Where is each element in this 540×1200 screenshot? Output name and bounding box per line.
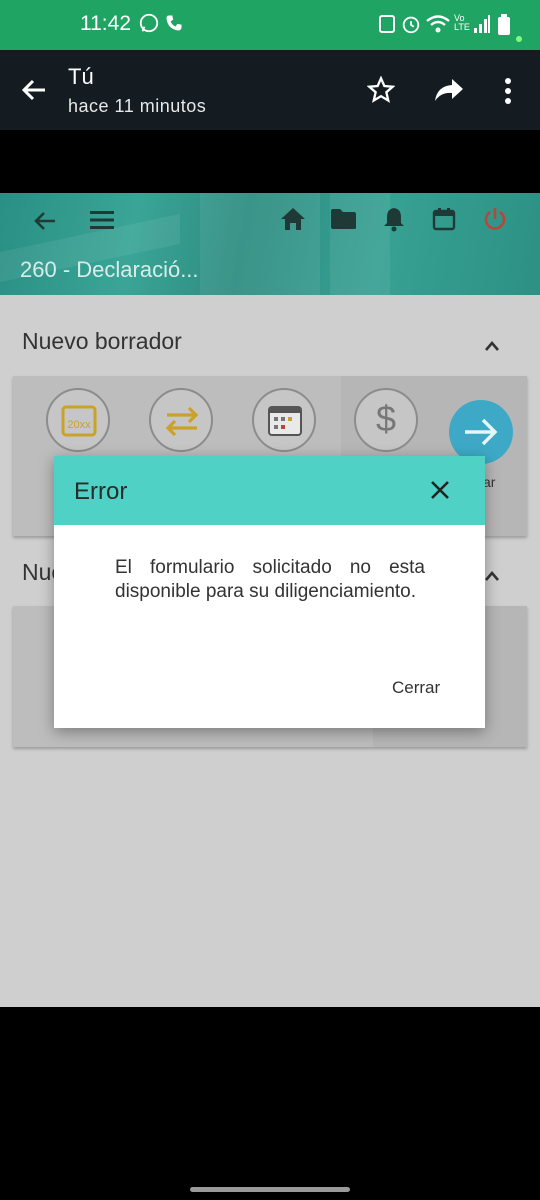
bell-icon[interactable]: [382, 206, 406, 237]
year-calendar-icon[interactable]: 20xx: [46, 388, 110, 452]
star-icon[interactable]: [366, 75, 396, 109]
exchange-arrows-icon[interactable]: [149, 388, 213, 452]
more-options-icon[interactable]: [503, 78, 513, 109]
section-title-nuevo-borrador: Nuevo borrador: [22, 328, 182, 354]
calendar-icon[interactable]: [432, 207, 456, 236]
status-time: 11:42: [80, 12, 131, 35]
page-title: 260 - Declaració...: [20, 257, 199, 282]
error-dialog: Error El formulario solicitado no esta d…: [54, 456, 485, 728]
viewer-title: Tú: [68, 64, 94, 89]
folder-icon[interactable]: [330, 208, 357, 235]
dialog-header: Error: [54, 456, 485, 525]
status-bar: 11:42 Vo LTE: [0, 0, 540, 50]
chevron-up-icon[interactable]: [484, 569, 500, 587]
home-icon[interactable]: [280, 207, 306, 236]
close-icon[interactable]: [430, 480, 450, 505]
dialog-message: El formulario solicitado no esta disponi…: [115, 557, 425, 602]
battery-icon: [497, 14, 511, 41]
dialog-title: Error: [74, 478, 128, 505]
viewer-toolbar: Tú hace 11 minutos: [0, 50, 540, 130]
viewer-subtitle: hace 11 minutos: [68, 96, 207, 116]
dollar-icon[interactable]: $: [354, 388, 418, 452]
chevron-up-icon[interactable]: [484, 339, 500, 357]
gesture-bar[interactable]: [190, 1187, 350, 1192]
alarm-icon: [400, 13, 422, 40]
signal-icon: [473, 14, 491, 39]
calendar-badge-text: 20xx: [67, 419, 91, 431]
volte-icon: Vo LTE: [454, 13, 470, 32]
privacy-dot: [516, 36, 522, 42]
schedule-calendar-icon[interactable]: [252, 388, 316, 452]
share-icon[interactable]: [434, 77, 464, 108]
back-arrow-icon[interactable]: [20, 76, 48, 109]
whatsapp-icon: [138, 12, 160, 39]
app-back-icon[interactable]: [33, 209, 57, 238]
app-header: 260 - Declaració...: [0, 193, 540, 295]
wifi-icon: [425, 13, 451, 40]
close-button[interactable]: Cerrar: [392, 678, 440, 698]
menu-icon[interactable]: [90, 210, 114, 235]
next-arrow-button[interactable]: [449, 400, 513, 464]
recycle-icon: [378, 14, 396, 39]
phone-icon: [164, 13, 184, 38]
power-icon[interactable]: [482, 206, 508, 237]
